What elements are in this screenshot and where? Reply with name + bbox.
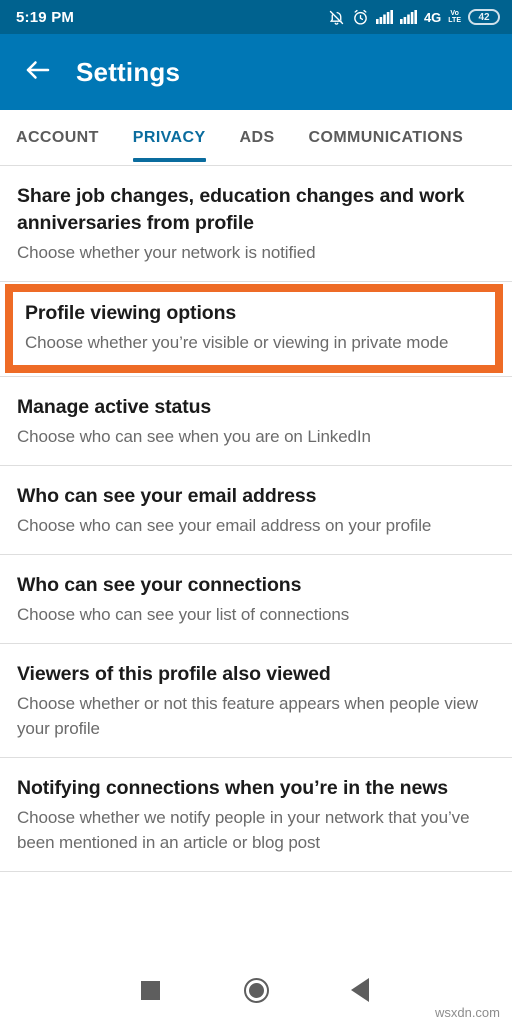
list-item-title: Who can see your email address [17,485,317,507]
circle-icon [243,977,269,1003]
volte-bottom-label: LTE [448,17,461,24]
status-clock: 5:19 PM [16,8,75,26]
list-item-subtitle: Choose who can see when you are on Linke… [17,427,371,446]
app-bar: Settings [0,34,512,110]
list-item-who-can-see-connections[interactable]: Who can see your connections Choose who … [0,555,512,643]
list-item-who-can-see-email[interactable]: Who can see your email address Choose wh… [0,466,512,554]
volte-top-label: Vo [450,10,459,17]
list-item-title: Manage active status [17,396,212,418]
list-item-subtitle: Choose whether your network is notified [17,243,316,262]
list-item-title: Share job changes, education changes and… [17,185,465,234]
tab-account[interactable]: ACCOUNT [16,110,99,166]
back-nav-button[interactable] [338,968,382,1012]
network-type-label: 4G [423,9,442,25]
square-icon [140,980,160,1000]
list-item-manage-active-status[interactable]: Manage active status Choose who can see … [0,377,512,465]
list-item-notifying-connections-news[interactable]: Notifying connections when you’re in the… [0,758,512,871]
system-navigation-bar: wsxdn.com [0,956,512,1024]
list-item-viewers-also-viewed[interactable]: Viewers of this profile also viewed Choo… [0,644,512,757]
signal-2-icon [399,10,417,24]
page-title: Settings [76,56,181,87]
status-icon-group: 4G Vo LTE 42 [328,9,500,26]
tab-bar: ACCOUNT PRIVACY ADS COMMUNICATIONS [0,110,512,166]
list-item-subtitle: Choose who can see your email address on… [17,516,432,535]
tab-communications[interactable]: COMMUNICATIONS [309,110,464,166]
tab-ads[interactable]: ADS [240,110,275,166]
bell-muted-icon [328,9,345,26]
list-item-title: Notifying connections when you’re in the… [17,777,449,799]
status-bar: 5:19 PM 4G Vo LTE 42 [0,0,512,34]
back-button[interactable] [10,44,66,100]
tab-privacy[interactable]: PRIVACY [132,110,206,166]
list-item-subtitle: Choose whether we notify people in your … [17,808,470,852]
list-item-subtitle: Choose whether or not this feature appea… [17,694,478,738]
list-item-subtitle: Choose who can see your list of connecti… [17,605,350,624]
watermark: wsxdn.com [434,1005,500,1020]
arrow-left-icon [23,55,53,90]
signal-1-icon [375,10,393,24]
highlight-annotation: Profile viewing options Choose whether y… [0,282,512,376]
volte-icon: Vo LTE [448,10,461,24]
list-item-title: Who can see your connections [17,574,302,596]
home-button[interactable] [234,968,278,1012]
list-item-title: Viewers of this profile also viewed [17,663,331,685]
settings-list: Share job changes, education changes and… [0,166,512,956]
list-item-share-job-changes[interactable]: Share job changes, education changes and… [0,166,512,281]
battery-indicator: 42 [468,9,500,25]
triangle-back-icon [351,978,369,1002]
list-item-profile-viewing-options[interactable]: Profile viewing options Choose whether y… [5,284,503,373]
list-item-title: Profile viewing options [25,302,237,324]
alarm-icon [352,9,369,26]
list-divider [0,871,512,872]
list-item-subtitle: Choose whether you’re visible or viewing… [25,333,449,352]
phone-screen: 5:19 PM 4G Vo LTE 42 Settings ACCOUNT PR… [0,0,512,1024]
recents-button[interactable] [128,968,172,1012]
battery-level-label: 42 [478,11,490,23]
